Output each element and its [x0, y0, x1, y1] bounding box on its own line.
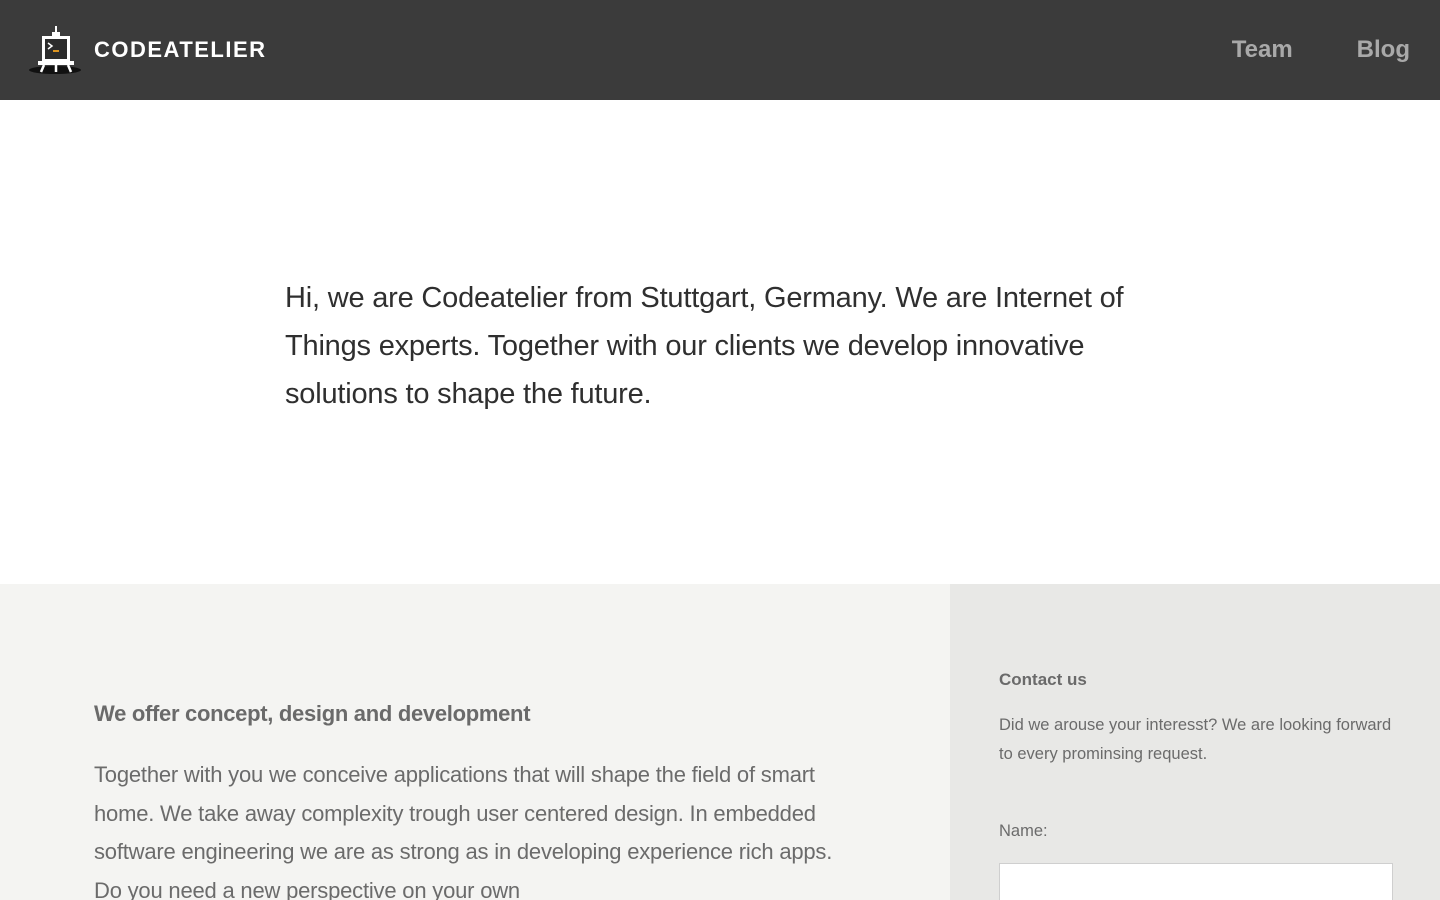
main-nav: Team Blog: [1168, 0, 1410, 100]
contact-panel: Contact us Did we arouse your interesst?…: [950, 584, 1440, 900]
contact-intro-text: Did we arouse your interesst? We are loo…: [999, 716, 1392, 763]
easel-terminal-icon: [29, 26, 81, 74]
brand-name: CODEATELIER: [94, 37, 267, 62]
name-input[interactable]: [999, 863, 1393, 900]
nav-link-blog[interactable]: Blog: [1357, 36, 1410, 64]
hero-intro-text: Hi, we are Codeatelier from Stuttgart, G…: [285, 282, 1124, 410]
name-field-label: Name:: [999, 822, 1048, 840]
hero-section: Hi, we are Codeatelier from Stuttgart, G…: [0, 100, 1440, 584]
contact-heading: Contact us: [999, 670, 1087, 689]
top-navigation-bar: CODEATELIER Team Blog: [0, 0, 1440, 100]
brand-logo[interactable]: CODEATELIER: [28, 24, 267, 76]
services-description: Together with you we conceive applicatio…: [94, 762, 833, 900]
services-section: We offer concept, design and development…: [0, 584, 950, 900]
nav-link-team[interactable]: Team: [1232, 36, 1293, 64]
services-heading: We offer concept, design and development: [94, 701, 531, 726]
